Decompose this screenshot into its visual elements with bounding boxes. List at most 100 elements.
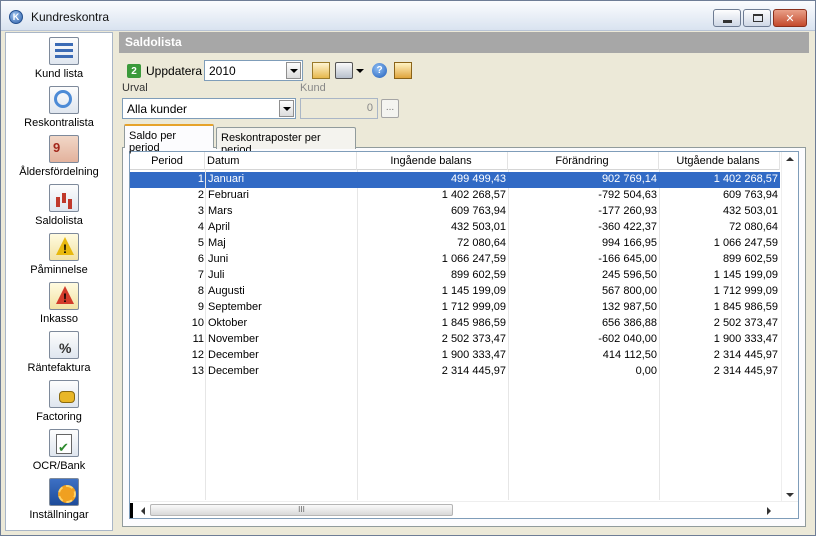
table-row[interactable]: 9 September 1 712 999,09 132 987,50 1 84… bbox=[130, 300, 780, 316]
utgaende-balans-cell: 2 502 373,47 bbox=[713, 317, 778, 329]
table-row[interactable]: 11 November 2 502 373,47 -602 040,00 1 9… bbox=[130, 332, 780, 348]
table-row[interactable]: 3 Mars 609 763,94 -177 260,93 432 503,01 bbox=[130, 204, 780, 220]
utgaende-balans-cell: 1 845 986,59 bbox=[713, 301, 778, 313]
sidebar-item-ocr-bank[interactable]: OCR/Bank bbox=[6, 427, 112, 475]
table-row[interactable]: 2 Februari 1 402 268,57 -792 504,63 609 … bbox=[130, 188, 780, 204]
sidebar-item-label: Reskontralista bbox=[24, 117, 94, 129]
sidebar-item-label: Inkasso bbox=[40, 313, 78, 325]
export-icon[interactable] bbox=[312, 62, 330, 79]
page-title: Saldolista bbox=[119, 32, 809, 53]
utgaende-balans-cell: 1 402 268,57 bbox=[713, 173, 778, 185]
title-bar[interactable]: K Kundreskontra ✕ bbox=[1, 1, 815, 31]
period-cell: 1 bbox=[197, 173, 204, 185]
table-row[interactable]: 7 Juli 899 602,59 245 596,50 1 145 199,0… bbox=[130, 268, 780, 284]
forandring-cell: -792 504,63 bbox=[598, 189, 657, 201]
forandring-cell: 994 166,95 bbox=[601, 237, 657, 249]
table-header: Period Datum Ingående balans Förändring … bbox=[130, 152, 780, 170]
refresh-icon[interactable]: 2 bbox=[127, 64, 141, 78]
horizontal-scrollbar[interactable]: III bbox=[130, 501, 798, 518]
urval-select[interactable]: Alla kunder bbox=[122, 98, 296, 119]
ingaende-balans-cell: 432 503,01 bbox=[450, 221, 506, 233]
utgaende-balans-cell: 1 066 247,59 bbox=[713, 237, 778, 249]
sidebar-item-installningar[interactable]: Inställningar bbox=[6, 476, 112, 524]
table-row[interactable]: 8 Augusti 1 145 199,09 567 800,00 1 712 … bbox=[130, 284, 780, 300]
main-panel: Saldolista 2 Uppdatera 2010 ? Urval Kund… bbox=[119, 32, 809, 531]
utgaende-balans-cell: 2 314 445,97 bbox=[713, 365, 778, 377]
table-row[interactable]: 5 Maj 72 080,64 994 166,95 1 066 247,59 bbox=[130, 236, 780, 252]
datum-cell: Oktober bbox=[205, 316, 357, 332]
datum-cell: Februari bbox=[205, 188, 357, 204]
scroll-left-icon[interactable] bbox=[141, 507, 145, 515]
column-header-datum[interactable]: Datum bbox=[205, 152, 357, 170]
utgaende-balans-cell: 609 763,94 bbox=[722, 189, 778, 201]
chevron-down-icon[interactable] bbox=[286, 62, 301, 79]
period-cell: 7 bbox=[197, 269, 204, 281]
sidebar-item-rantefaktura[interactable]: Räntefaktura bbox=[6, 329, 112, 377]
urval-value: Alla kunder bbox=[127, 102, 188, 116]
sidebar-item-paminnelse[interactable]: Påminnelse bbox=[6, 231, 112, 279]
scroll-thumb[interactable]: III bbox=[150, 504, 453, 516]
utgaende-balans-cell: 899 602,59 bbox=[722, 253, 778, 265]
refresh-button[interactable]: Uppdatera bbox=[146, 64, 202, 78]
urval-label: Urval bbox=[122, 82, 148, 94]
sidebar-item-inkasso[interactable]: Inkasso bbox=[6, 280, 112, 328]
column-header-forandring[interactable]: Förändring bbox=[508, 152, 659, 170]
window-title: Kundreskontra bbox=[31, 10, 110, 24]
close-icon: ✕ bbox=[785, 12, 795, 25]
sidebar-item-label: Kund lista bbox=[34, 68, 84, 80]
maximize-button[interactable] bbox=[743, 9, 771, 27]
period-cell: 4 bbox=[197, 221, 204, 233]
column-header-utgaende-balans[interactable]: Utgående balans bbox=[659, 152, 780, 170]
factoring-money-icon bbox=[49, 380, 79, 408]
vertical-scrollbar[interactable] bbox=[781, 152, 798, 502]
datum-cell: Januari bbox=[205, 172, 357, 188]
ocr-bank-icon bbox=[49, 429, 79, 457]
year-value: 2010 bbox=[209, 64, 236, 78]
sidebar-item-label: OCR/Bank bbox=[32, 460, 86, 472]
period-cell: 6 bbox=[197, 253, 204, 265]
help-icon[interactable]: ? bbox=[372, 63, 387, 78]
table-row[interactable]: 4 April 432 503,01 -360 422,37 72 080,64 bbox=[130, 220, 780, 236]
table-row[interactable]: 13 December 2 314 445,97 0,00 2 314 445,… bbox=[130, 364, 780, 380]
sidebar-item-reskontralista[interactable]: Reskontralista bbox=[6, 84, 112, 132]
close-button[interactable]: ✕ bbox=[773, 9, 807, 27]
collection-warning-icon bbox=[49, 282, 79, 310]
scroll-right-icon[interactable] bbox=[767, 507, 771, 515]
datum-cell: December bbox=[205, 364, 357, 380]
print-menu-arrow-icon[interactable] bbox=[356, 69, 364, 73]
scroll-up-icon[interactable] bbox=[786, 157, 794, 161]
period-cell: 12 bbox=[191, 349, 204, 361]
utgaende-balans-cell: 432 503,01 bbox=[722, 205, 778, 217]
utgaende-balans-cell: 1 900 333,47 bbox=[713, 333, 778, 345]
tab-saldo-per-period[interactable]: Saldo per period bbox=[124, 124, 214, 154]
table-row[interactable]: 12 December 1 900 333,47 414 112,50 2 31… bbox=[130, 348, 780, 364]
sidebar-item-saldolista[interactable]: Saldolista bbox=[6, 182, 112, 230]
period-cell: 9 bbox=[197, 301, 204, 313]
exit-icon[interactable] bbox=[394, 62, 412, 79]
print-icon[interactable] bbox=[335, 62, 353, 79]
sidebar-item-label: Påminnelse bbox=[30, 264, 88, 276]
sidebar-item-label: Åldersfördelning bbox=[19, 166, 99, 178]
ingaende-balans-cell: 72 080,64 bbox=[457, 237, 506, 249]
datum-cell: December bbox=[205, 348, 357, 364]
minimize-button[interactable] bbox=[713, 9, 741, 27]
sidebar-item-aldersfordelning[interactable]: Åldersfördelning bbox=[6, 133, 112, 181]
table-row[interactable]: 1 Januari 499 499,43 902 769,14 1 402 26… bbox=[130, 172, 780, 188]
tab-reskontraposter-per-period[interactable]: Reskontraposter per period bbox=[216, 127, 356, 156]
scroll-down-icon[interactable] bbox=[786, 493, 794, 497]
forandring-cell: 656 386,88 bbox=[601, 317, 657, 329]
forandring-cell: 567 800,00 bbox=[601, 285, 657, 297]
table-row[interactable]: 10 Oktober 1 845 986,59 656 386,88 2 502… bbox=[130, 316, 780, 332]
kund-field: 0 bbox=[300, 98, 378, 119]
table-row[interactable]: 6 Juni 1 066 247,59 -166 645,00 899 602,… bbox=[130, 252, 780, 268]
sidebar-item-factoring[interactable]: Factoring bbox=[6, 378, 112, 426]
ingaende-balans-cell: 1 845 986,59 bbox=[441, 317, 506, 329]
chevron-down-icon[interactable] bbox=[279, 100, 294, 117]
sidebar-item-kund-lista[interactable]: Kund lista bbox=[6, 35, 112, 83]
forandring-cell: -166 645,00 bbox=[598, 253, 657, 265]
column-header-ingaende-balans[interactable]: Ingående balans bbox=[357, 152, 508, 170]
utgaende-balans-cell: 1 712 999,09 bbox=[713, 285, 778, 297]
year-select[interactable]: 2010 bbox=[204, 60, 303, 81]
column-header-period[interactable]: Period bbox=[130, 152, 205, 170]
app-window: K Kundreskontra ✕ Kund lista Reskontrali… bbox=[0, 0, 816, 536]
